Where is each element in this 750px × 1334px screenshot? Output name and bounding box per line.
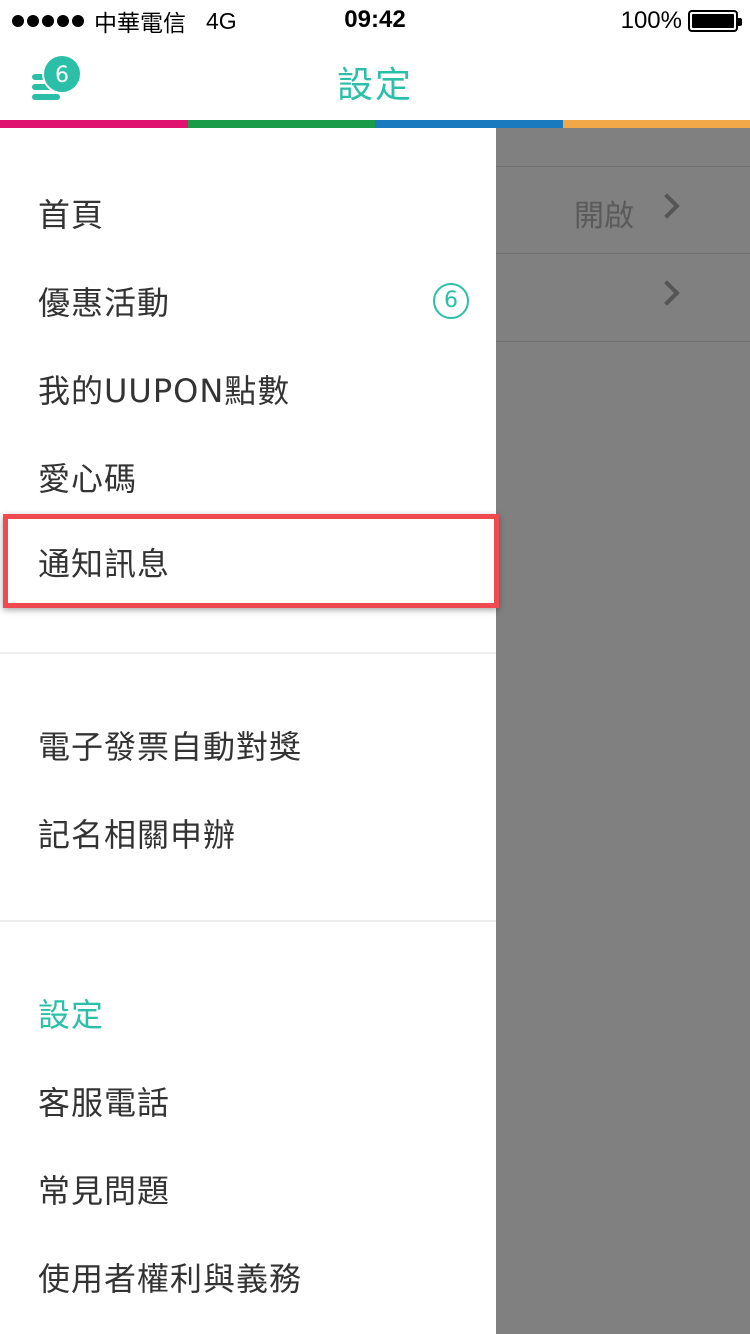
- status-right: 100%: [620, 6, 742, 36]
- dim-overlay[interactable]: 開啟: [496, 128, 750, 1334]
- strip-blue: [375, 120, 563, 128]
- menu-item-label: 常見問題: [38, 1172, 171, 1210]
- menu-item-settings[interactable]: 設定: [0, 968, 496, 1056]
- chevron-right-icon: [654, 193, 680, 219]
- menu-item-label: 電子發票自動對獎: [38, 728, 303, 766]
- color-strip: [0, 120, 750, 128]
- promotions-count-badge: 6: [433, 283, 469, 319]
- menu-item-label: 客服電話: [38, 1084, 171, 1122]
- chevron-right-icon: [654, 280, 680, 306]
- menu-item-label: 愛心碼: [38, 460, 138, 498]
- app-header: 6 設定: [0, 40, 750, 120]
- battery-percent: 100%: [620, 7, 682, 34]
- menu-item-terms[interactable]: 使用者權利與義務: [0, 1232, 496, 1320]
- menu-item-promotions[interactable]: 優惠活動 6: [0, 256, 496, 344]
- strip-green: [187, 120, 375, 128]
- settings-row[interactable]: [496, 254, 750, 342]
- menu-item-label: 使用者權利與義務: [38, 1260, 303, 1298]
- menu-item-donation-code[interactable]: 愛心碼: [0, 432, 496, 520]
- menu-item-label: 優惠活動: [38, 284, 171, 322]
- menu-item-uupon-points[interactable]: 我的UUPON點數: [0, 344, 496, 432]
- side-drawer: 首頁 優惠活動 6 我的UUPON點數 愛心碼 電子發票自動對獎 記名相關申辦 …: [0, 128, 496, 1334]
- strip-orange: [562, 120, 750, 128]
- menu-item-faq[interactable]: 常見問題: [0, 1144, 496, 1232]
- menu-item-label: 我的UUPON點數: [38, 372, 291, 410]
- menu-item-label: 通知訊息: [38, 545, 171, 583]
- settings-row[interactable]: 開啟: [496, 166, 750, 254]
- menu-item-registration[interactable]: 記名相關申辦: [0, 788, 496, 876]
- divider: [0, 652, 496, 654]
- menu-item-home[interactable]: 首頁: [0, 168, 496, 256]
- menu-item-notifications[interactable]: 通知訊息: [3, 514, 499, 608]
- settings-label: 設定: [38, 996, 105, 1034]
- divider: [0, 920, 496, 922]
- menu-item-label: 記名相關申辦: [38, 816, 237, 854]
- page-title: 設定: [336, 65, 413, 106]
- settings-row-value: 開啟: [574, 199, 634, 234]
- strip-magenta: [0, 120, 188, 128]
- battery-icon: [688, 10, 742, 32]
- menu-item-einvoice-prize[interactable]: 電子發票自動對獎: [0, 700, 496, 788]
- menu-item-label: 首頁: [38, 196, 105, 234]
- menu-item-customer-service[interactable]: 客服電話: [0, 1056, 496, 1144]
- status-bar: 中華電信 4G 09:42 100%: [0, 0, 750, 40]
